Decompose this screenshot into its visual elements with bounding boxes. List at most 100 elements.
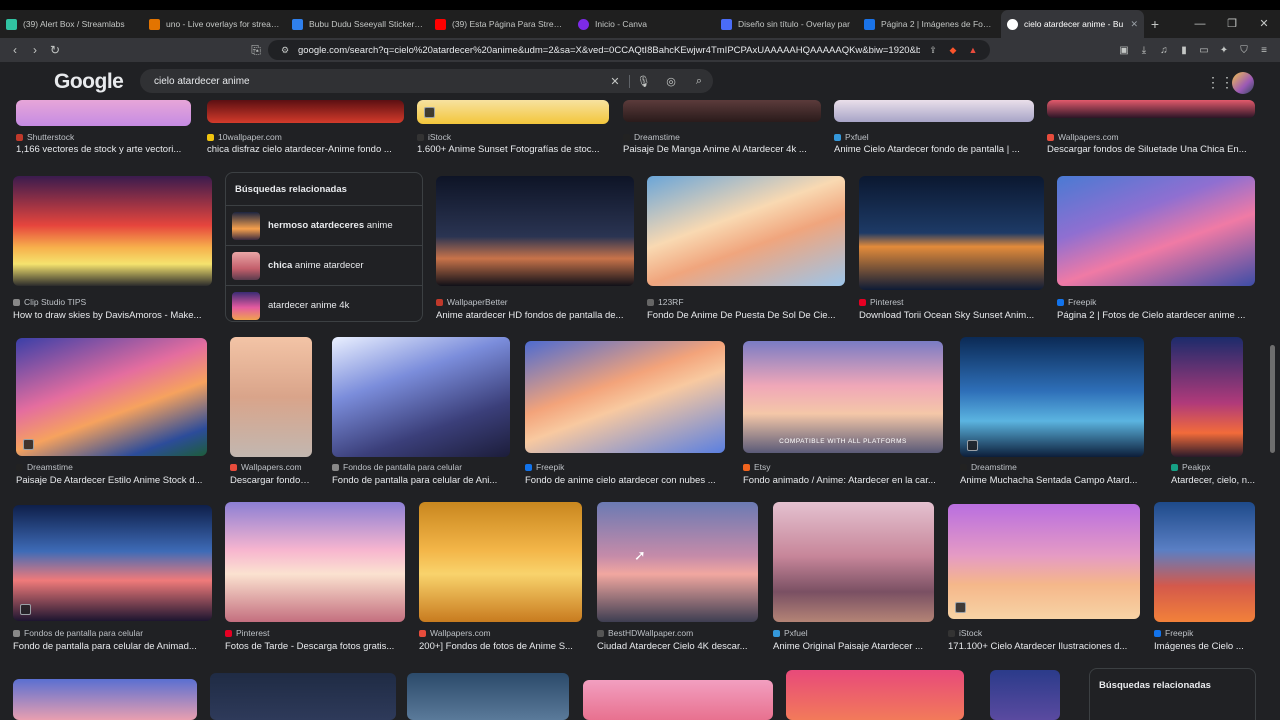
result-thumbnail[interactable] (786, 670, 964, 720)
url-text[interactable]: google.com/search?q=cielo%20atardecer%20… (298, 45, 920, 56)
result-thumbnail[interactable] (13, 176, 212, 286)
result-source[interactable]: Pinterest (225, 628, 270, 638)
sidebar-icon[interactable]: ▮ (1174, 45, 1194, 56)
result-thumbnail[interactable] (647, 176, 845, 286)
result-title[interactable]: 200+] Fondos de fotos de Anime S... (419, 641, 582, 652)
result-source[interactable]: Freepik (525, 462, 564, 472)
result-title[interactable]: How to draw skies by DavisAmoros - Make.… (13, 310, 212, 321)
result-title[interactable]: Descargar fondos ... (230, 475, 312, 486)
new-tab-icon[interactable]: + (1144, 16, 1166, 32)
menu-icon[interactable]: ≡ (1254, 45, 1274, 56)
result-thumbnail[interactable] (583, 680, 773, 720)
result-thumbnail[interactable] (16, 100, 191, 126)
search-box[interactable]: cielo atardecer anime ✕ 🎙 ◎ ⌕ (140, 69, 713, 93)
result-thumbnail[interactable] (230, 337, 312, 457)
tab-freepik-page[interactable]: Página 2 | Imágenes de Fondo (858, 10, 1001, 38)
back-icon[interactable]: ‹ (5, 43, 25, 57)
result-title[interactable]: Fondo de pantalla para celular de Ani... (332, 475, 510, 486)
address-bar[interactable]: ⚙ google.com/search?q=cielo%20atardecer%… (268, 40, 990, 60)
result-title[interactable]: Descargar fondos de Siluetade Una Chica … (1047, 144, 1255, 155)
result-thumbnail[interactable] (407, 673, 569, 720)
rewards-icon[interactable]: ▲ (966, 45, 980, 55)
close-tab-icon[interactable]: ✕ (1130, 19, 1138, 30)
result-source[interactable]: Etsy (743, 462, 771, 472)
result-title[interactable]: Fondo de pantalla para celular de Animad… (13, 641, 212, 652)
mic-icon[interactable]: 🎙 (629, 74, 657, 88)
result-source[interactable]: iStock (417, 132, 451, 142)
result-title[interactable]: Ciudad Atardecer Cielo 4K descar... (597, 641, 758, 652)
result-thumbnail[interactable] (597, 502, 758, 622)
search-icon[interactable]: ⌕ (685, 75, 713, 88)
result-thumbnail[interactable] (1171, 337, 1243, 457)
result-thumbnail[interactable] (773, 502, 934, 622)
result-title[interactable]: Download Torii Ocean Sky Sunset Anim... (859, 310, 1044, 321)
lens-icon[interactable]: ◎ (657, 75, 685, 88)
result-thumbnail[interactable] (13, 505, 212, 621)
avatar[interactable] (1232, 72, 1254, 94)
tab-bubu-dudu[interactable]: Bubu Dudu Sseeyall Sticker - B (286, 10, 429, 38)
related-item-4k[interactable]: atardecer anime 4k (226, 285, 422, 325)
search-input[interactable]: cielo atardecer anime (154, 76, 601, 87)
result-title[interactable]: Paisaje De Atardecer Estilo Anime Stock … (16, 475, 207, 486)
clear-icon[interactable]: ✕ (601, 75, 629, 88)
result-thumbnail[interactable] (332, 337, 510, 457)
brave-shield-icon[interactable]: ◆ (946, 45, 960, 56)
result-source[interactable]: Wallpapers.com (419, 628, 491, 638)
result-title[interactable]: chica disfraz cielo atardecer-Anime fond… (207, 144, 404, 155)
media-icon[interactable]: ♫ (1154, 45, 1174, 56)
screenshot-icon[interactable]: ▣ (1114, 45, 1134, 56)
tab-uno-overlays[interactable]: uno - Live overlays for streamin (143, 10, 286, 38)
result-title[interactable]: Fondo animado / Anime: Atardecer en la c… (743, 475, 943, 486)
result-title[interactable]: Fondo de anime cielo atardecer con nubes… (525, 475, 725, 486)
minimize-icon[interactable]: — (1184, 10, 1216, 38)
close-window-icon[interactable]: ✕ (1248, 10, 1280, 38)
tab-google-search[interactable]: cielo atardecer anime - Bu ✕ (1001, 10, 1144, 38)
result-thumbnail[interactable] (16, 338, 207, 456)
result-thumbnail[interactable] (960, 337, 1144, 457)
result-source[interactable]: Pinterest (859, 297, 904, 307)
result-source[interactable]: Clip Studio TIPS (13, 297, 86, 307)
result-source[interactable]: Wallpapers.com (1047, 132, 1119, 142)
result-thumbnail[interactable] (419, 502, 582, 622)
share-icon[interactable]: ⇪ (926, 45, 940, 56)
result-title[interactable]: Anime Muchacha Sentada Campo Atard... (960, 475, 1144, 486)
result-thumbnail[interactable] (207, 100, 404, 123)
result-source[interactable]: Wallpapers.com (230, 462, 302, 472)
result-source[interactable]: WallpaperBetter (436, 297, 508, 307)
result-source[interactable]: Pxfuel (834, 132, 869, 142)
apps-grid-icon[interactable]: ⋮⋮ (1206, 74, 1234, 91)
download-icon[interactable]: ⤓ (1134, 45, 1154, 56)
result-title[interactable]: Paisaje De Manga Anime Al Atardecer 4k .… (623, 144, 821, 155)
result-source[interactable]: 10wallpaper.com (207, 132, 282, 142)
page-scrollbar[interactable] (1270, 345, 1275, 453)
result-thumbnail[interactable] (13, 679, 197, 720)
result-thumbnail[interactable] (859, 176, 1044, 290)
result-title[interactable]: Fondo De Anime De Puesta De Sol De Cie..… (647, 310, 845, 321)
tab-youtube[interactable]: (39) Esta Página Para Streamer (429, 10, 572, 38)
result-source[interactable]: Dreamstime (16, 462, 73, 472)
result-source[interactable]: Shutterstock (16, 132, 74, 142)
leo-icon[interactable]: ✦ (1214, 45, 1234, 56)
result-title[interactable]: 171.100+ Cielo Atardecer Ilustraciones d… (948, 641, 1140, 652)
result-title[interactable]: Atardecer, cielo, n... (1171, 475, 1256, 486)
result-title[interactable]: Anime atardecer HD fondos de pantalla de… (436, 310, 634, 321)
result-title[interactable]: 1.600+ Anime Sunset Fotografías de stoc.… (417, 144, 609, 155)
wallet-icon[interactable]: ▭ (1194, 45, 1214, 56)
google-logo[interactable]: Google (54, 70, 124, 94)
result-thumbnail[interactable] (417, 100, 609, 124)
result-source[interactable]: Freepik (1057, 297, 1096, 307)
result-source[interactable]: Freepik (1154, 628, 1193, 638)
result-source[interactable]: Fondos de pantalla para celular (332, 462, 462, 472)
result-thumbnail[interactable] (225, 502, 405, 622)
result-thumbnail[interactable] (1047, 100, 1255, 118)
vpn-icon[interactable]: ⛉ (1234, 45, 1254, 56)
result-source[interactable]: Fondos de pantalla para celular (13, 628, 143, 638)
result-title[interactable]: Imágenes de Cielo ... (1154, 641, 1255, 652)
result-source[interactable]: Dreamstime (623, 132, 680, 142)
tab-canva-home[interactable]: Inicio - Canva (572, 10, 715, 38)
related-item-hermoso[interactable]: hermoso atardeceres anime (226, 205, 422, 245)
result-thumbnail[interactable]: COMPATIBLE WITH ALL PLATFORMS (743, 341, 943, 453)
result-thumbnail[interactable] (990, 670, 1060, 720)
result-source[interactable]: Peakpx (1171, 462, 1210, 472)
result-source[interactable]: 123RF (647, 297, 684, 307)
